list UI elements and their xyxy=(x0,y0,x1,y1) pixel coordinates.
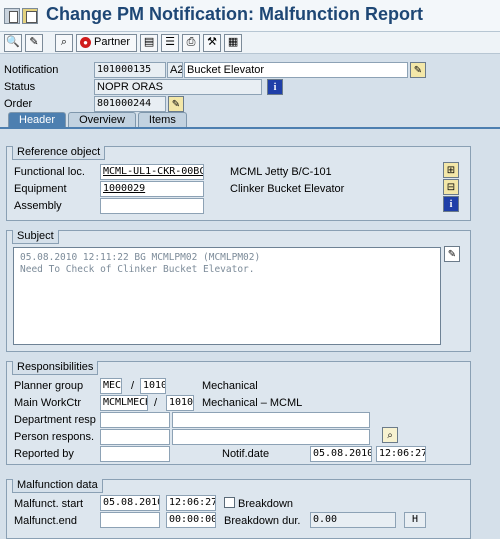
tab-strip: Header Overview Items xyxy=(8,112,187,128)
notification-description-field[interactable]: Bucket Elevator xyxy=(184,62,408,78)
activate-icon[interactable]: ✎ xyxy=(25,33,43,52)
assembly-field[interactable] xyxy=(100,198,204,214)
person-respons-label: Person respons. xyxy=(14,431,95,443)
document-icon[interactable] xyxy=(22,8,38,24)
reported-by-label: Reported by xyxy=(14,448,74,460)
equipment-description: Clinker Bucket Elevator xyxy=(230,183,345,195)
edit-long-text-icon[interactable]: ✎ xyxy=(410,62,426,78)
tab-items[interactable]: Items xyxy=(137,112,187,128)
department-resp-field[interactable] xyxy=(100,412,170,428)
display-change-icon[interactable] xyxy=(4,8,20,24)
structure-icon[interactable]: ⊞ xyxy=(443,162,459,178)
notification-number-field[interactable]: 101000135 xyxy=(94,62,166,78)
binoculars-icon[interactable]: ⌕ xyxy=(55,33,73,52)
functional-loc-description: MCML Jetty B/C-101 xyxy=(230,166,332,178)
order-label: Order xyxy=(4,98,33,110)
application-toolbar: 🔍 ✎ ⌕ ● Partner ▤ ☰ ⎙ ⚒ ▦ xyxy=(0,32,500,54)
notif-date-label: Notif.date xyxy=(222,448,270,460)
reported-by-field[interactable] xyxy=(100,446,170,462)
object-list-icon[interactable]: ▦ xyxy=(224,33,243,52)
partner-button[interactable]: ● Partner xyxy=(76,33,138,52)
display-icon[interactable]: 🔍 xyxy=(4,33,22,52)
workctr-plant-field[interactable]: 1010 xyxy=(166,395,194,411)
functional-loc-label: Functional loc. xyxy=(14,166,85,178)
malfunct-end-time-field[interactable]: 00:00:00 xyxy=(166,512,216,528)
notification-label: Notification xyxy=(4,64,59,76)
malfunction-data-title: Malfunction data xyxy=(12,479,103,493)
order-edit-icon[interactable]: ✎ xyxy=(168,96,184,112)
print-icon[interactable]: ⎙ xyxy=(182,33,201,52)
page-title: Change PM Notification: Malfunction Repo… xyxy=(46,4,423,24)
notification-type-field[interactable]: A2 xyxy=(167,62,183,78)
malfunct-end-date-field[interactable] xyxy=(100,512,160,528)
subject-line-1: 05.08.2010 12:11:22 BG MCMLPM02 (MCMLPM0… xyxy=(20,252,261,263)
breakdown-unit-field: H xyxy=(404,512,426,528)
tab-overview[interactable]: Overview xyxy=(68,112,136,128)
breakdown-dur-label: Breakdown dur. xyxy=(224,515,301,527)
status-info-icon[interactable]: i xyxy=(267,79,283,95)
malfunct-start-date-field[interactable]: 05.08.2010 xyxy=(100,495,160,511)
notif-time-field[interactable]: 12:06:27 xyxy=(376,446,426,462)
long-text-edit-icon[interactable]: ✎ xyxy=(444,246,460,262)
equipment-field[interactable]: 1000029 xyxy=(100,181,204,197)
person-respons-field[interactable] xyxy=(100,429,170,445)
equipment-label: Equipment xyxy=(14,183,67,195)
notif-date-field[interactable]: 05.08.2010 xyxy=(310,446,372,462)
malfunct-start-label: Malfunct. start xyxy=(14,498,84,510)
responsibilities-title: Responsibilities xyxy=(12,361,99,375)
subject-line-2: Need To Check of Clinker Bucket Elevator… xyxy=(20,264,255,275)
reference-object-title: Reference object xyxy=(12,146,106,160)
malfunct-end-label: Malfunct.end xyxy=(14,515,77,527)
planner-slash: / xyxy=(131,380,135,392)
workctr-slash: / xyxy=(154,397,158,409)
main-workctr-field[interactable]: MCMLMECH xyxy=(100,395,148,411)
document-flow-icon[interactable]: ▤ xyxy=(140,33,159,52)
status-label: Status xyxy=(4,81,36,93)
person-search-icon[interactable]: ⌕ xyxy=(382,427,398,443)
action-log-icon[interactable]: ☰ xyxy=(161,33,180,52)
breakdown-label: Breakdown xyxy=(238,498,294,510)
assembly-label: Assembly xyxy=(14,200,62,212)
subject-title: Subject xyxy=(12,230,59,244)
reference-info-icon[interactable]: i xyxy=(443,196,459,212)
planner-group-label: Planner group xyxy=(14,380,84,392)
main-workctr-description: Mechanical – MCML xyxy=(202,397,303,409)
department-resp-label: Department resp xyxy=(14,414,96,426)
planner-group-field[interactable]: MEC xyxy=(100,378,122,394)
planner-group-description: Mechanical xyxy=(202,380,258,392)
title-bar: Change PM Notification: Malfunction Repo… xyxy=(0,0,500,32)
tab-header[interactable]: Header xyxy=(8,112,67,128)
breakdown-checkbox[interactable] xyxy=(224,497,235,508)
tab-panel-header: Reference object Functional loc. MCML-UL… xyxy=(0,127,500,539)
department-resp-description[interactable] xyxy=(172,412,370,428)
status-field: NOPR ORAS xyxy=(94,79,262,95)
title-icons xyxy=(4,8,38,24)
partner-icon: ● xyxy=(80,37,91,48)
hierarchy-icon[interactable]: ⊟ xyxy=(443,179,459,195)
planner-plant-field[interactable]: 1010 xyxy=(140,378,166,394)
functional-loc-field[interactable]: MCML-UL1-CKR-00BC1( xyxy=(100,164,204,180)
breakdown-duration-field: 0.00 xyxy=(310,512,396,528)
malfunct-start-time-field[interactable]: 12:06:27 xyxy=(166,495,216,511)
subject-text-area[interactable]: 05.08.2010 12:11:22 BG MCMLPM02 (MCMLPM0… xyxy=(13,247,441,345)
person-respons-description[interactable] xyxy=(172,429,370,445)
tools-icon[interactable]: ⚒ xyxy=(203,33,222,52)
main-workctr-label: Main WorkCtr xyxy=(14,397,82,409)
order-field[interactable]: 801000244 xyxy=(94,96,166,112)
